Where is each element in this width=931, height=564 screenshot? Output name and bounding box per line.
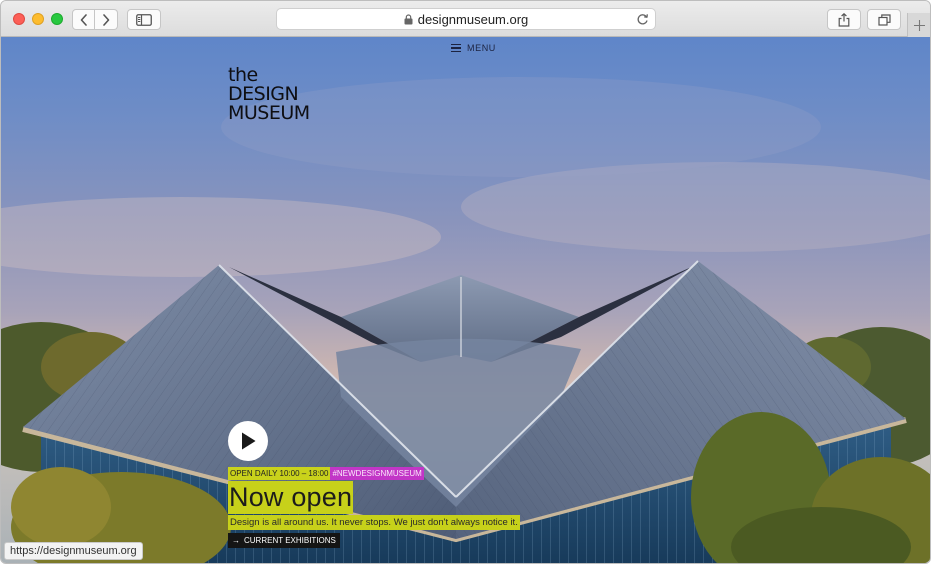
tabs-icon — [877, 13, 891, 26]
minimize-window-button[interactable] — [32, 13, 44, 25]
logo-line-museum: MUSEUM — [228, 102, 310, 124]
design-museum-logo[interactable]: the DESIGN MUSEUM — [228, 66, 310, 123]
web-page: MENU the DESIGN MUSEUM OPEN DAILY 10:00 … — [1, 37, 930, 563]
hashtag-tag[interactable]: #NEWDESIGNMUSEUM — [330, 467, 424, 480]
url-text: designmuseum.org — [417, 11, 529, 27]
hamburger-icon — [451, 42, 461, 55]
hero-tags: OPEN DAILY 10:00 – 18:00 #NEWDESIGNMUSEU… — [228, 467, 424, 480]
menu-button[interactable]: MENU — [451, 41, 496, 55]
close-window-button[interactable] — [13, 13, 25, 25]
browser-window: designmuseum.org MENU the DESIGN MUSEUM … — [0, 0, 931, 564]
hero-background-image — [1, 77, 930, 563]
sidebar-icon — [136, 13, 152, 26]
address-bar[interactable]: designmuseum.org — [276, 8, 656, 30]
back-button[interactable] — [72, 9, 95, 30]
play-video-button[interactable] — [228, 421, 268, 461]
chevron-right-icon — [103, 13, 110, 26]
hero-title: Now open — [228, 481, 354, 514]
play-icon — [242, 432, 256, 450]
link-status-bar: https://designmuseum.org — [4, 542, 143, 560]
current-exhibitions-link[interactable]: → CURRENT EXHIBITIONS — [228, 533, 340, 548]
chevron-left-icon — [80, 13, 87, 26]
reload-icon[interactable] — [636, 12, 649, 26]
browser-toolbar: designmuseum.org — [1, 1, 930, 37]
zoom-window-button[interactable] — [51, 13, 63, 25]
show-all-tabs-button[interactable] — [867, 9, 901, 30]
opening-hours-tag: OPEN DAILY 10:00 – 18:00 — [228, 467, 331, 480]
share-icon — [838, 12, 850, 27]
hero-subtitle: Design is all around us. It never stops.… — [228, 515, 520, 530]
lock-icon — [404, 13, 413, 25]
forward-button[interactable] — [95, 9, 118, 30]
menu-label: MENU — [467, 43, 496, 53]
share-button[interactable] — [827, 9, 861, 30]
new-tab-button[interactable] — [907, 13, 930, 37]
sidebar-toggle-button[interactable] — [127, 9, 161, 30]
arrow-right-icon: → — [232, 536, 240, 545]
plus-icon — [914, 19, 925, 31]
current-exhibitions-label: CURRENT EXHIBITIONS — [244, 536, 336, 545]
